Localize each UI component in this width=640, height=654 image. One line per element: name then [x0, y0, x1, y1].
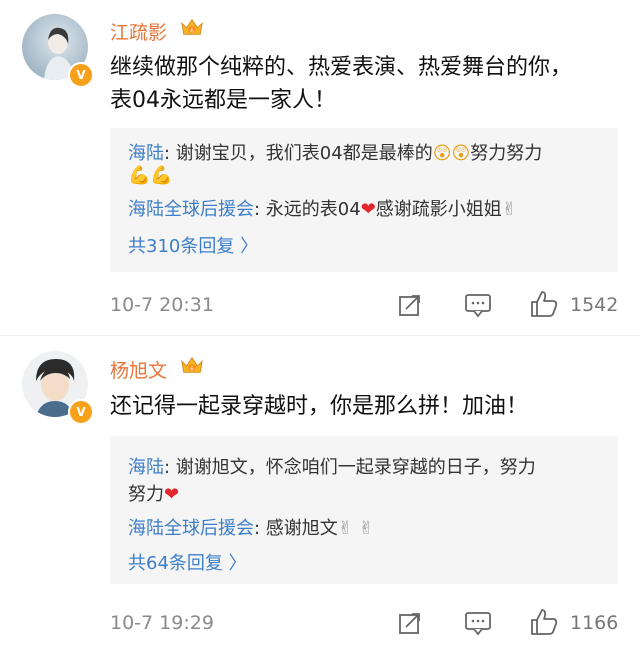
comment-icon[interactable]	[464, 292, 492, 318]
reply-username[interactable]: 海陆	[128, 457, 164, 478]
reply-text: 感谢旭文	[265, 518, 338, 539]
reply-1[interactable]: 海陆: 谢谢旭文，怀念咱们一起录穿越的日子，努力	[128, 453, 536, 479]
comment-text-line2: 表04永远都是一家人！	[110, 88, 336, 113]
reply-1-line2: 努力❤	[128, 480, 179, 506]
verified-icon: V	[68, 399, 94, 425]
reply-text-after: 感谢疏影小姐姐	[375, 199, 502, 220]
like-icon[interactable]	[529, 607, 559, 637]
comment-1: V 江疏影 6 继续做那个纯粹的、热爱表演、热爱舞台的你， 表04永远都是一家人…	[0, 0, 640, 335]
timestamp: 10-7 19:29	[110, 612, 214, 634]
timestamp: 10-7 20:31	[110, 294, 214, 316]
reply-2[interactable]: 海陆全球后援会: 感谢旭文✌ ✌	[128, 514, 374, 540]
reply-username[interactable]: 海陆全球后援会	[128, 518, 254, 539]
username[interactable]: 杨旭文	[110, 356, 167, 383]
heart-icon: ❤	[360, 199, 376, 220]
like-count: 1542	[570, 294, 619, 316]
reply-text-line2: 努力	[128, 484, 164, 505]
reply-2[interactable]: 海陆全球后援会: 永远的表04❤感谢疏影小姐姐✌	[128, 195, 517, 221]
reply-1[interactable]: 海陆: 谢谢宝贝，我们表04都是最棒的😲😲努力努力	[128, 139, 542, 165]
comment-text: 继续做那个纯粹的、热爱表演、热爱舞台的你，	[110, 55, 573, 80]
comment-2: V 杨旭文 6 还记得一起录穿越时，你是那么拼！加油！ 海陆: 谢谢旭文，怀念咱…	[0, 336, 640, 654]
crown-badge-icon: 6	[181, 18, 203, 35]
verified-icon: V	[68, 62, 94, 88]
svg-text:6: 6	[190, 29, 194, 35]
peace-hand-icon: ✌	[501, 199, 517, 220]
reply-separator: :	[164, 457, 176, 478]
reply-username[interactable]: 海陆全球后援会	[128, 199, 254, 220]
reply-separator: :	[164, 143, 176, 164]
reply-username[interactable]: 海陆	[128, 143, 164, 164]
replies-panel[interactable]: 海陆: 谢谢宝贝，我们表04都是最棒的😲😲努力努力 💪💪 海陆全球后援会: 永远…	[110, 128, 618, 272]
comment-text: 还记得一起录穿越时，你是那么拼！加油！	[110, 394, 529, 419]
crown-badge-icon: 6	[181, 356, 203, 373]
reply-text-after: 努力努力	[470, 143, 543, 164]
face-emoji-icon: 😲😲	[432, 143, 471, 164]
reply-1-emoji-line: 💪💪	[128, 165, 173, 186]
more-replies-link[interactable]: 共64条回复 〉	[128, 549, 247, 575]
reply-separator: :	[254, 518, 266, 539]
comment-icon[interactable]	[464, 610, 492, 636]
replies-panel[interactable]: 海陆: 谢谢旭文，怀念咱们一起录穿越的日子，努力 努力❤ 海陆全球后援会: 感谢…	[110, 436, 618, 584]
heart-icon: ❤	[164, 484, 180, 505]
share-icon[interactable]	[397, 292, 423, 318]
peace-hand-icon: ✌ ✌	[337, 518, 374, 539]
reply-text: 谢谢宝贝，我们表04都是最棒的	[175, 143, 433, 164]
reply-text: 永远的表04	[265, 199, 361, 220]
like-count: 1166	[570, 612, 619, 634]
more-replies-link[interactable]: 共310条回复 〉	[128, 232, 258, 258]
svg-text:6: 6	[190, 367, 194, 373]
reply-separator: :	[254, 199, 266, 220]
share-icon[interactable]	[397, 610, 423, 636]
like-icon[interactable]	[529, 289, 559, 319]
reply-text: 谢谢旭文，怀念咱们一起录穿越的日子，努力	[175, 457, 536, 478]
username[interactable]: 江疏影	[110, 18, 167, 45]
